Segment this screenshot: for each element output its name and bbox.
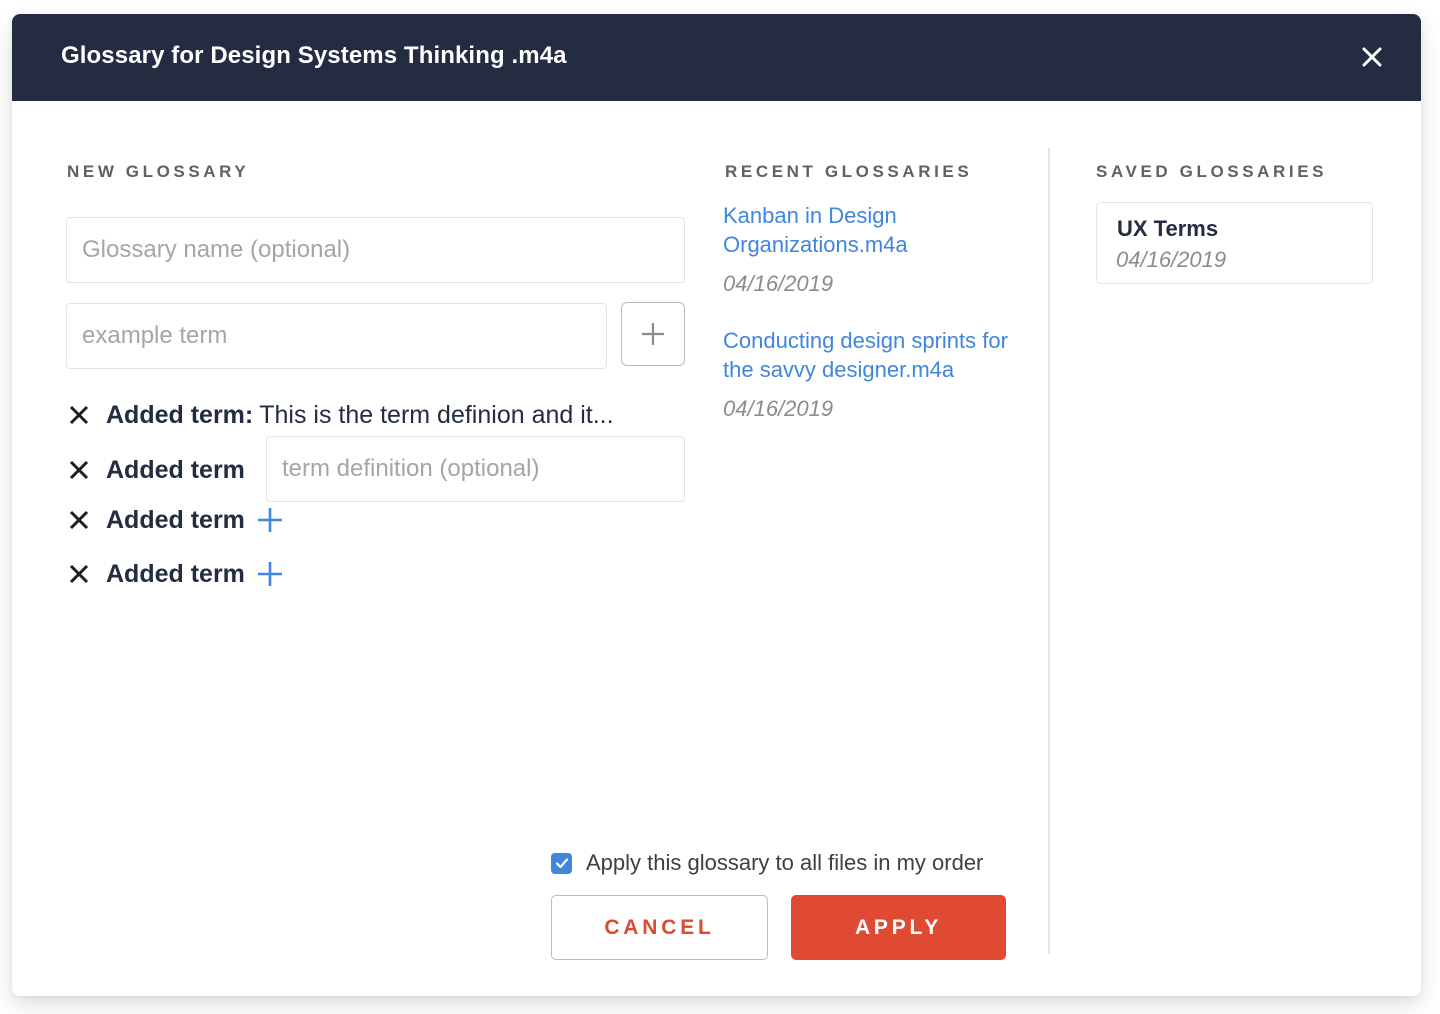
remove-term-button[interactable] (67, 562, 91, 586)
term-row: Added term: This is the term definion an… (67, 398, 614, 432)
apply-to-all-checkbox[interactable] (551, 852, 572, 874)
close-button[interactable] (1358, 43, 1386, 71)
add-definition-button[interactable] (257, 561, 283, 587)
dialog-header: Glossary for Design Systems Thinking .m4… (12, 14, 1421, 101)
recent-glossary-link[interactable]: Conducting design sprints for the savvy … (723, 326, 1023, 384)
dialog-title: Glossary for Design Systems Thinking .m4… (61, 42, 567, 69)
recent-glossary-link[interactable]: Kanban in Design Organizations.m4a (723, 201, 1023, 259)
glossary-dialog: Glossary for Design Systems Thinking .m4… (12, 14, 1421, 996)
plus-icon (257, 562, 282, 586)
apply-to-all-checkbox-row[interactable]: Apply this glossary to all files in my o… (551, 850, 983, 876)
apply-button[interactable]: APPLY (791, 895, 1006, 960)
recent-glossary-date: 04/16/2019 (723, 396, 834, 421)
term-input[interactable] (66, 303, 607, 369)
add-term-button[interactable] (621, 302, 685, 366)
x-icon (69, 510, 89, 530)
glossary-name-input[interactable] (66, 217, 685, 283)
saved-glossaries-heading: SAVED GLOSSARIES (1096, 162, 1328, 181)
term-row: Added term (67, 557, 283, 591)
x-icon (69, 405, 89, 425)
term-name: Added term (106, 505, 245, 534)
term-definition-input[interactable] (266, 436, 685, 502)
remove-term-button[interactable] (67, 458, 91, 482)
column-divider (1048, 148, 1050, 954)
saved-glossary-name: UX Terms (1117, 216, 1219, 241)
saved-glossary-card[interactable]: UX Terms 04/16/2019 (1096, 202, 1373, 284)
recent-glossaries-heading: RECENT GLOSSARIES (725, 162, 973, 181)
recent-glossary-date: 04/16/2019 (723, 271, 834, 296)
term-name: Added term: (106, 400, 254, 429)
term-definition[interactable]: This is the term definion and it... (259, 401, 613, 430)
check-icon (555, 858, 568, 869)
add-definition-button[interactable] (257, 507, 283, 533)
plus-icon (642, 323, 664, 345)
remove-term-button[interactable] (67, 403, 91, 427)
saved-glossary-date: 04/16/2019 (1116, 247, 1227, 272)
new-glossary-heading: NEW GLOSSARY (67, 162, 250, 181)
term-name: Added term (106, 455, 245, 484)
x-icon (69, 564, 89, 584)
remove-term-button[interactable] (67, 508, 91, 532)
term-row: Added term (67, 453, 245, 487)
close-icon (1362, 47, 1382, 67)
x-icon (69, 460, 89, 480)
term-name: Added term (106, 559, 245, 588)
apply-to-all-label: Apply this glossary to all files in my o… (586, 850, 984, 875)
cancel-button[interactable]: CANCEL (551, 895, 768, 960)
term-row: Added term (67, 503, 283, 537)
plus-icon (257, 508, 282, 532)
